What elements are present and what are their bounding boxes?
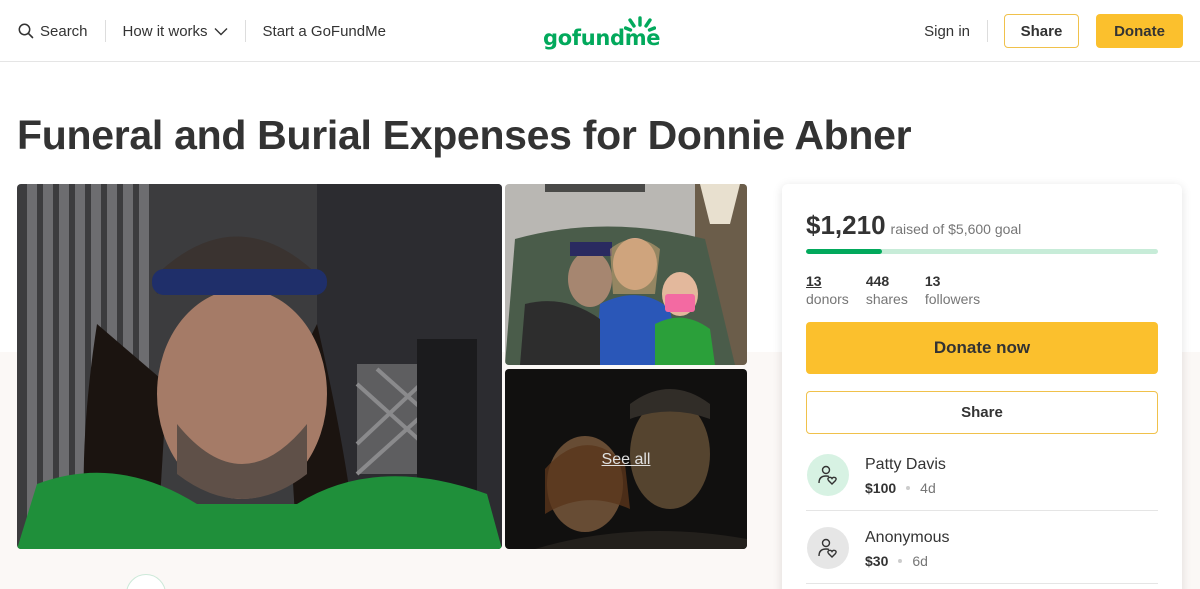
donate-button[interactable]: Donate (1096, 14, 1183, 48)
donation-time: 4d (920, 480, 936, 496)
gofundme-logo[interactable]: gofundme (543, 14, 661, 50)
donation-amount: $100 (865, 480, 897, 496)
donor-avatar (807, 454, 849, 496)
card-share-button[interactable]: Share (806, 391, 1158, 434)
nav-right: Sign in Share Donate (924, 14, 1183, 48)
donor-heart-icon (818, 465, 837, 485)
gallery-photo-2[interactable]: See all (505, 369, 747, 549)
stat-label: shares (865, 291, 908, 307)
campaign-stats: 13 donors 448 shares 13 followers (806, 272, 997, 308)
progress-bar (806, 249, 1158, 254)
progress-bar-fill (806, 249, 883, 254)
stat-followers: 13 followers (925, 272, 980, 308)
nav-left: Search How it works Start a GoFundMe (18, 0, 386, 62)
sign-in-link[interactable]: Sign in (924, 23, 970, 40)
main-photo[interactable] (17, 184, 502, 549)
donor-avatar (807, 527, 849, 569)
start-gofundme-label: Start a GoFundMe (262, 22, 386, 40)
stat-value: 13 (924, 273, 941, 289)
gallery-photo-1[interactable] (505, 184, 747, 365)
donate-now-button[interactable]: Donate now (806, 322, 1158, 374)
divider (104, 20, 106, 42)
donation-summary-card: $1,210 raised of $5,600 goal 13 donors 4… (782, 184, 1182, 589)
raised-amount: $1,210 (806, 210, 886, 240)
stat-value: 13 (806, 273, 822, 289)
donation-time: 6d (912, 553, 928, 569)
raised-summary: $1,210 raised of $5,600 goal (806, 210, 1021, 241)
raised-goal: raised of $5,600 goal (890, 221, 1022, 237)
donation-list-item: Patty Davis $100 4d (806, 439, 1158, 511)
donation-meta: $30 6d (865, 553, 928, 569)
search-icon (18, 23, 34, 39)
divider (244, 20, 246, 42)
gallery-photo-1-image (505, 184, 747, 365)
see-all-link[interactable]: See all (505, 451, 747, 469)
stat-label: followers (924, 291, 981, 307)
donation-meta: $100 4d (865, 480, 936, 496)
donation-amount: $30 (865, 553, 889, 569)
top-nav: Search How it works Start a GoFundMe gof… (0, 0, 1200, 62)
stat-donors[interactable]: 13 donors (806, 272, 849, 308)
share-button[interactable]: Share (1004, 14, 1079, 48)
stat-value: 448 (865, 273, 890, 289)
logo-sprout-icon (624, 16, 656, 32)
donor-name: Patty Davis (865, 456, 946, 473)
donation-list-item: Anonymous $30 6d (806, 512, 1158, 584)
chevron-down-icon (214, 27, 228, 35)
search-label: Search (40, 22, 88, 40)
divider (987, 20, 988, 42)
separator-dot (906, 486, 911, 490)
donor-heart-icon (818, 538, 837, 558)
how-it-works-label: How it works (122, 22, 208, 40)
how-it-works-menu[interactable]: How it works (123, 23, 228, 40)
search-link[interactable]: Search (18, 23, 88, 40)
separator-dot (898, 559, 903, 563)
main-photo-image (17, 184, 502, 549)
start-gofundme-link[interactable]: Start a GoFundMe (263, 23, 386, 40)
stat-label: donors (806, 291, 849, 307)
campaign-title: Funeral and Burial Expenses for Donnie A… (17, 112, 912, 158)
donor-name: Anonymous (865, 529, 950, 546)
stat-shares: 448 shares (866, 272, 908, 308)
